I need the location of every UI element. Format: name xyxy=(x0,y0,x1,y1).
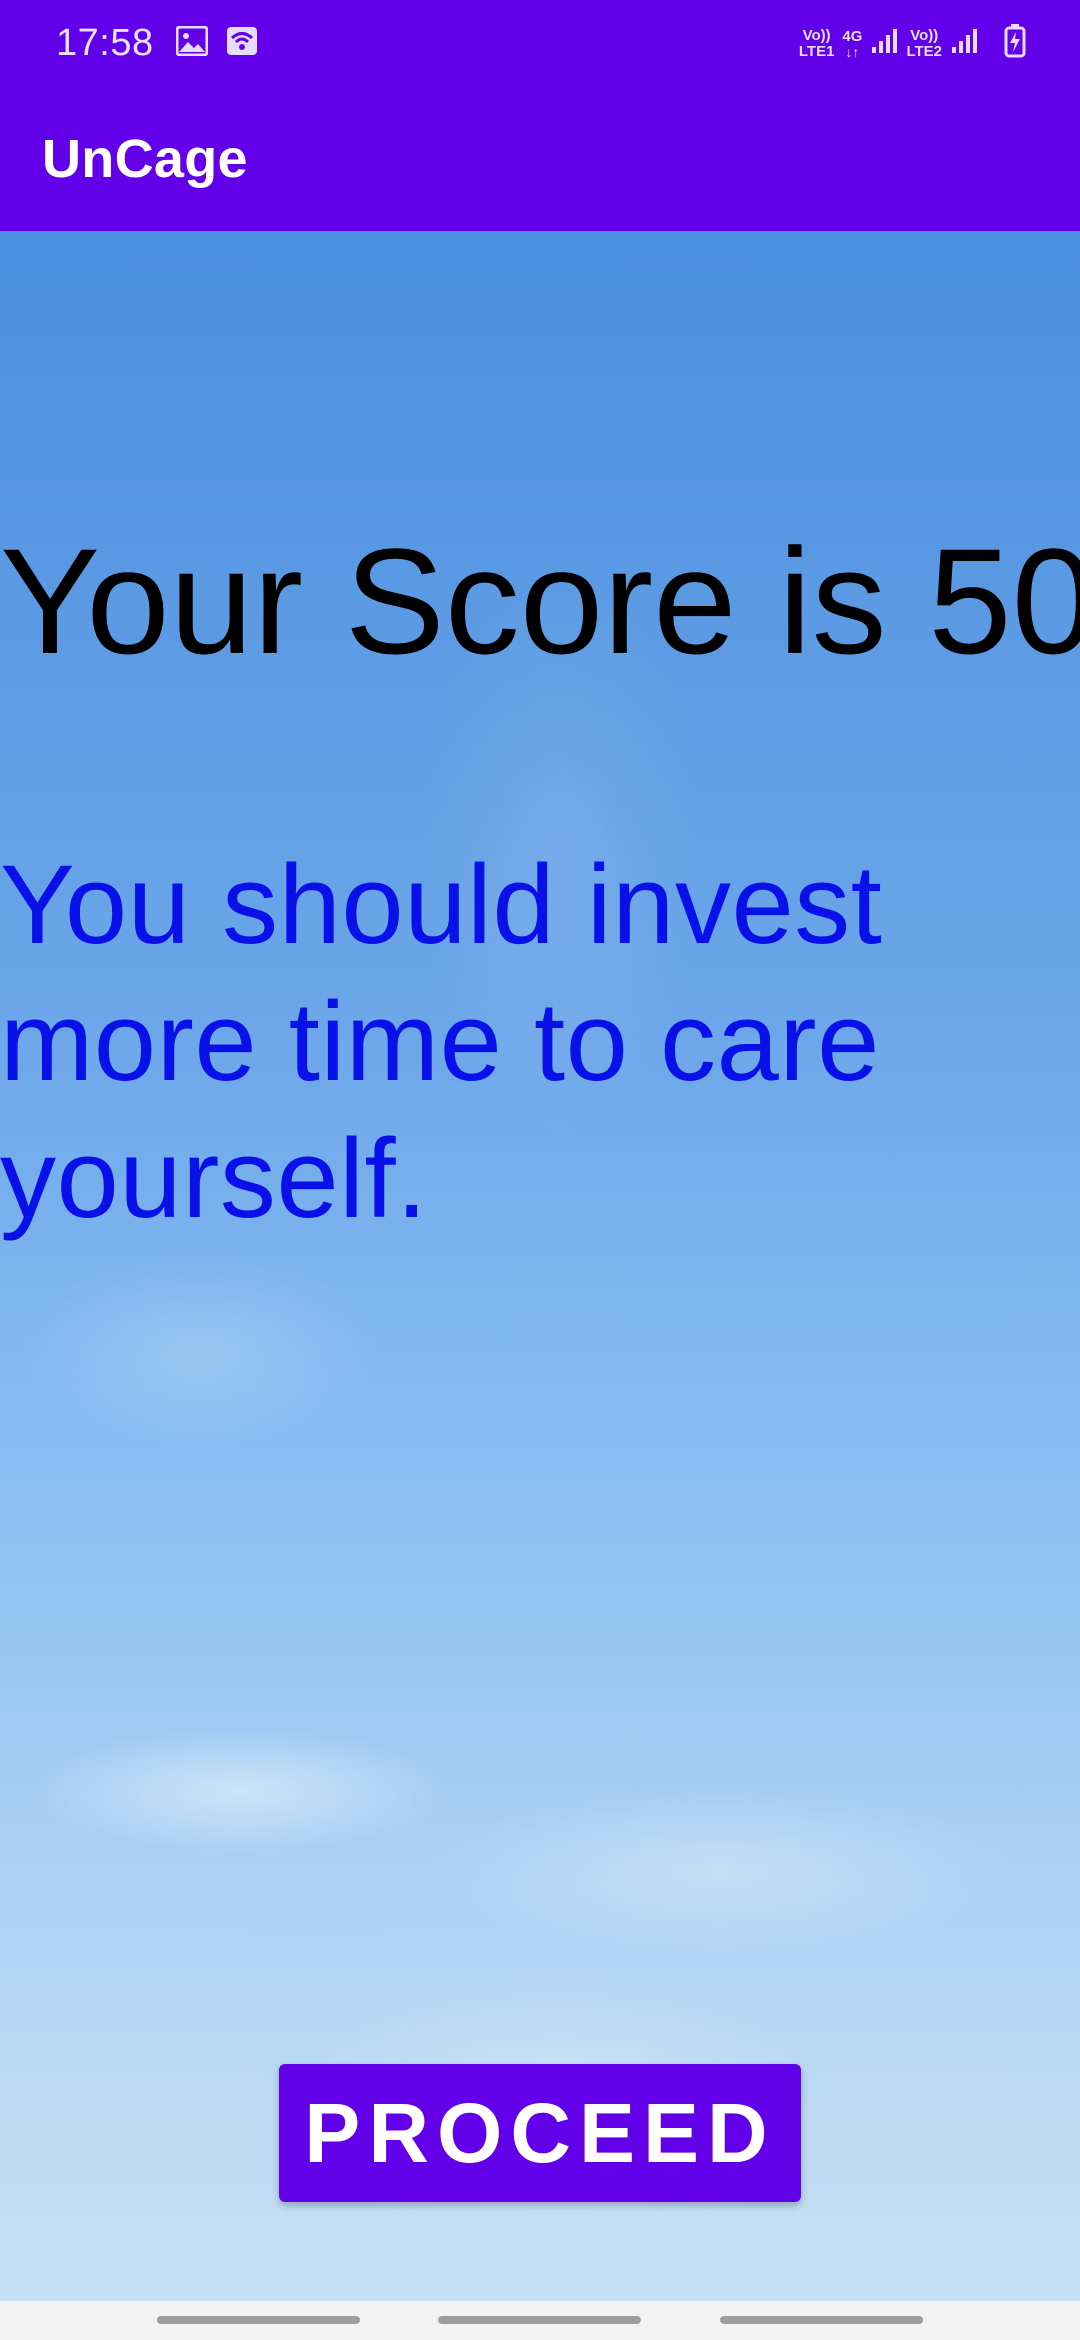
status-time: 17:58 xyxy=(56,22,154,64)
nav-back-handle[interactable] xyxy=(720,2316,923,2324)
sim2-volte-label: Vo)) xyxy=(910,26,939,44)
navigation-bar xyxy=(0,2301,1080,2340)
nav-recents-handle[interactable] xyxy=(157,2316,360,2324)
sim2-indicator: Vo)) LTE2 xyxy=(906,26,942,60)
app-bar: UnCage xyxy=(0,87,1080,231)
status-right-icons: Vo)) LTE1 4G ↓↑ Vo)) LTE2 xyxy=(799,24,1026,63)
wifi-hotspot-icon xyxy=(226,26,258,61)
proceed-button[interactable]: PROCEED xyxy=(279,2064,801,2202)
status-bar: 17:58 Vo)) LTE1 4G ↓↑ Vo)) LTE2 xyxy=(0,0,1080,87)
signal-icon-2 xyxy=(950,27,978,60)
network-type-indicator: 4G ↓↑ xyxy=(842,27,863,60)
nav-home-handle[interactable] xyxy=(438,2316,641,2324)
signal-icon xyxy=(870,27,898,60)
battery-charging-icon xyxy=(1004,24,1026,63)
sim1-lte-label: LTE1 xyxy=(798,42,835,60)
network-type-label: 4G xyxy=(842,27,863,45)
advice-text: You should invest more time to care your… xyxy=(0,842,883,1241)
notification-icons xyxy=(175,25,258,61)
result-content: Your Score is 50 You should invest more … xyxy=(0,231,1080,2301)
score-text: Your Score is 50 xyxy=(0,517,1080,685)
sim1-volte-label: Vo)) xyxy=(802,26,831,44)
data-activity-icon: ↓↑ xyxy=(845,43,860,60)
result-screen: 17:58 Vo)) LTE1 4G ↓↑ Vo)) LTE2 UnCage Y… xyxy=(0,0,1080,2340)
sim1-indicator: Vo)) LTE1 xyxy=(798,26,835,60)
app-title: UnCage xyxy=(42,129,248,189)
gallery-icon xyxy=(175,25,209,61)
sim2-lte-label: LTE2 xyxy=(906,42,942,60)
